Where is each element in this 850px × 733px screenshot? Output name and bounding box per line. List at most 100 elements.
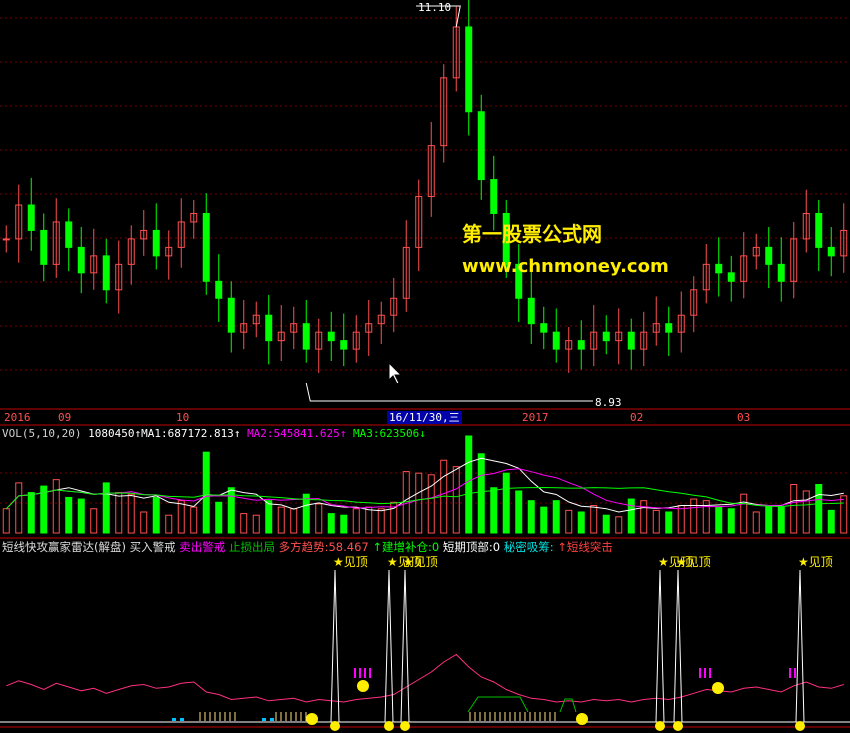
item-buy-warn: 买入警戒 [129, 540, 176, 554]
volume-bar-30 [377, 508, 385, 534]
volume-bar-27 [340, 514, 348, 534]
stop-loss-line-0 [467, 696, 529, 713]
volume-bar-0 [2, 508, 10, 534]
candle-body-43 [540, 323, 548, 333]
axis-label-03: 03 [737, 411, 751, 424]
candle-body-58 [727, 272, 735, 282]
candle-body-18 [227, 297, 235, 333]
candle-body-2 [27, 204, 35, 231]
volume-bar-61 [765, 505, 773, 534]
item-short-top: 短期顶部:0 [442, 540, 501, 554]
vol-ma3: MA3:623506 [353, 427, 420, 440]
candle-body-24 [302, 323, 310, 350]
candle-body-38 [477, 111, 485, 181]
top-signal-spike-4 [673, 569, 683, 723]
candle-body-48 [602, 331, 610, 342]
volume-bar-44 [552, 500, 560, 534]
volume-bar-59 [740, 493, 748, 534]
watermark-url: www.chnmoney.com [462, 256, 669, 277]
volume-bar-45 [565, 509, 573, 534]
volume-header: VOL(5,10,20) 1080450↑MA1:687172.813↑ MA2… [2, 427, 426, 440]
volume-bar-20 [252, 514, 260, 534]
volume-bar-39 [490, 487, 498, 534]
stock-chart[interactable]: ★见顶 ★见顶★见顶 ★见顶★见顶 ★见顶 [0, 0, 850, 733]
volume-bar-49 [615, 516, 623, 534]
volume-bar-4 [52, 479, 60, 534]
candle-body-50 [627, 331, 635, 350]
volume-bar-67 [840, 495, 848, 534]
candle-body-16 [202, 212, 210, 282]
top-signal-spike-5 [795, 569, 805, 723]
volume-bar-10 [127, 493, 135, 534]
volume-bar-26 [327, 513, 335, 534]
volume-bar-9 [115, 492, 123, 534]
trend-line [6, 653, 844, 703]
volume-bar-28 [352, 508, 360, 534]
item-stop-loss: 止损出局 [228, 540, 275, 554]
candle-body-6 [77, 246, 85, 274]
candle-body-27 [340, 340, 348, 350]
volume-bar-46 [577, 511, 585, 534]
volume-bar-64 [802, 490, 810, 534]
accum-cyan-2 [262, 718, 266, 721]
candle-body-5 [65, 221, 73, 248]
volume-bar-22 [277, 506, 285, 534]
volume-bar-62 [777, 506, 785, 534]
top-signal-spike-2 [400, 569, 410, 723]
top-signal-label-0: ★见顶 [333, 555, 368, 569]
volume-bar-52 [652, 509, 660, 534]
buy-smiley-icon-5 [795, 721, 805, 731]
axis-label-2017: 2017 [522, 411, 549, 424]
low-price-label: 8.93 [595, 396, 622, 409]
candle-body-65 [815, 212, 823, 248]
top-signal-label-5: ★见顶 [798, 555, 833, 569]
volume-bar-57 [715, 506, 723, 534]
volume-bar-13 [165, 514, 173, 534]
volume-bar-40 [502, 472, 510, 534]
volume-bar-17 [215, 501, 223, 534]
volume-bar-19 [240, 513, 248, 534]
top-signal-spike-1 [384, 569, 394, 723]
buy-warn-icon-3 [576, 713, 588, 725]
candle-body-42 [527, 297, 535, 325]
volume-bar-29 [365, 506, 373, 534]
candle-body-44 [552, 331, 560, 350]
candle-body-3 [40, 229, 48, 265]
vol-value: 1080450 [88, 427, 135, 440]
volume-bar-60 [752, 511, 760, 534]
indicator-header: 短线快攻赢家雷达(解盘) 买入警戒 卖出警戒 止损出局 多方趋势:58.467 … [2, 540, 613, 554]
vol-ma2: MA2:545841.625 [247, 427, 340, 440]
volume-bar-5 [65, 496, 73, 534]
volume-bar-48 [602, 514, 610, 534]
volume-bar-42 [527, 500, 535, 534]
volume-bar-66 [827, 509, 835, 534]
volume-bar-2 [27, 492, 35, 534]
volume-bar-38 [477, 453, 485, 534]
candle-body-53 [665, 323, 673, 333]
vol-ma1-line [5, 457, 844, 513]
volume-bar-53 [665, 511, 673, 534]
top-signal-label-4: ★见顶 [676, 555, 711, 569]
candle-body-21 [265, 314, 273, 342]
volume-bar-6 [77, 498, 85, 534]
volume-bar-25 [315, 503, 323, 534]
volume-bar-55 [690, 498, 698, 534]
candle-body-62 [777, 263, 785, 282]
volume-bar-47 [590, 505, 598, 534]
volume-bar-7 [90, 508, 98, 534]
item-secret-accumulate: 秘密吸筹: [503, 540, 554, 554]
volume-bar-50 [627, 498, 635, 534]
axis-label-2016: 2016 [4, 411, 31, 424]
axis-label-09: 09 [58, 411, 72, 424]
item-sell-warn: 卖出警戒 [179, 540, 226, 554]
accum-cyan-3 [270, 718, 274, 721]
volume-bar-23 [290, 508, 298, 534]
volume-bar-63 [790, 484, 798, 534]
volume-bar-51 [640, 500, 648, 534]
top-signal-spike-0 [330, 569, 340, 723]
watermark-title: 第一股票公式网 [462, 222, 602, 246]
candle-body-8 [102, 255, 110, 291]
indicator-title: 短线快攻赢家雷达(解盘) [2, 540, 126, 554]
item-bull-trend: 多方趋势:58.467 [278, 540, 369, 554]
candle-body-61 [765, 246, 773, 265]
